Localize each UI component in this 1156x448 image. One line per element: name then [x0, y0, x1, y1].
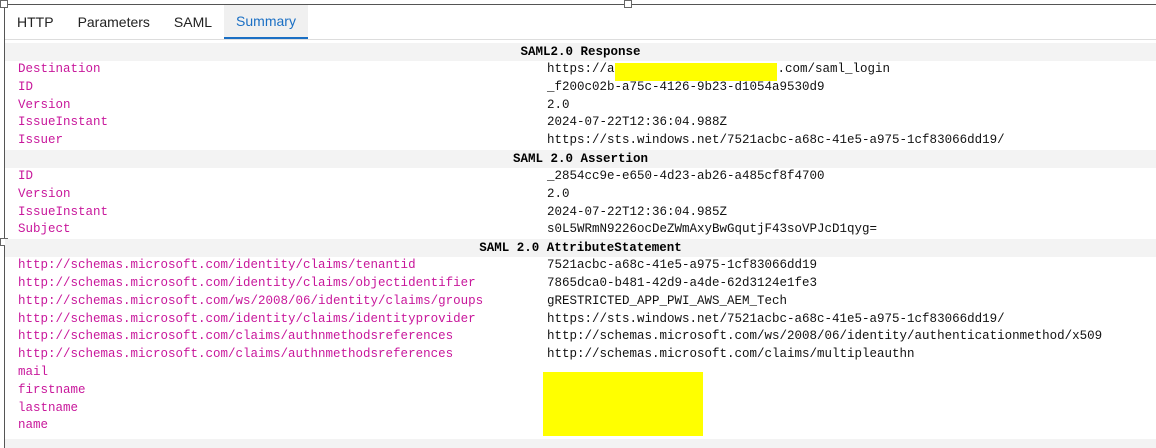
table-row: http://schemas.microsoft.com/identity/cl…: [5, 311, 1156, 329]
row-key: http://schemas.microsoft.com/identity/cl…: [18, 275, 476, 290]
row-key: Destination: [18, 62, 101, 76]
row-value: gRESTRICTED_APP_PWI_AWS_AEM_Tech: [547, 293, 788, 308]
destination-suffix: .com/saml_login: [777, 62, 891, 76]
row-key: Subject: [18, 222, 71, 237]
table-row: IssueInstant 2024-07-22T12:36:04.985Z: [5, 204, 1156, 222]
tab-bar: HTTP Parameters SAML Summary: [5, 5, 308, 39]
table-row: Destination https://a .com/saml_login: [5, 61, 1156, 79]
section-header-attributes: SAML 2.0 AttributeStatement: [5, 239, 1156, 258]
row-key: name: [18, 418, 49, 433]
redaction-box-destination: [615, 63, 777, 81]
row-value: 2.0: [547, 97, 570, 112]
tab-summary[interactable]: Summary: [224, 5, 308, 39]
tab-parameters[interactable]: Parameters: [66, 5, 162, 39]
row-key: Issuer: [18, 133, 64, 148]
row-value: s0L5WRmN9226ocDeZWmAxyBwGqutjF43soVPJcD1…: [547, 222, 878, 237]
row-value: https://sts.windows.net/7521acbc-a68c-41…: [547, 133, 1005, 148]
row-value: _f200c02b-a75c-4126-9b23-d1054a9530d9: [547, 79, 825, 94]
row-value: 2024-07-22T12:36:04.985Z: [547, 204, 728, 219]
row-key: Version: [18, 186, 71, 201]
table-row: Subject s0L5WRmN9226ocDeZWmAxyBwGqutjF43…: [5, 221, 1156, 239]
row-key: http://schemas.microsoft.com/identity/cl…: [18, 258, 416, 273]
row-key: lastname: [18, 400, 79, 415]
row-value: http://schemas.microsoft.com/claims/mult…: [547, 347, 915, 362]
table-row: http://schemas.microsoft.com/claims/auth…: [5, 328, 1156, 346]
table-row: ID _2854cc9e-e650-4d23-ab26-a485cf8f4700: [5, 168, 1156, 186]
row-value: _2854cc9e-e650-4d23-ab26-a485cf8f4700: [547, 168, 825, 183]
row-value: 7865dca0-b481-42d9-a4de-62d3124e1fe3: [547, 275, 818, 290]
row-key: IssueInstant: [18, 115, 109, 130]
saml-tracer-panel: HTTP Parameters SAML Summary SAML2.0 Res…: [0, 0, 1156, 448]
row-key: http://schemas.microsoft.com/identity/cl…: [18, 311, 476, 326]
table-row: Version 2.0: [5, 97, 1156, 115]
tab-http[interactable]: HTTP: [5, 5, 66, 39]
row-key: ID: [18, 168, 34, 183]
table-row: ID _f200c02b-a75c-4126-9b23-d1054a9530d9: [5, 79, 1156, 97]
row-key: IssueInstant: [18, 204, 109, 219]
row-value: 7521acbc-a68c-41e5-a975-1cf83066dd19: [547, 258, 818, 273]
row-key: http://schemas.microsoft.com/ws/2008/06/…: [18, 293, 484, 308]
resize-handle-top-center[interactable]: [624, 0, 632, 8]
row-key: mail: [18, 364, 49, 379]
section-header-assertion: SAML 2.0 Assertion: [5, 149, 1156, 168]
table-row: http://schemas.microsoft.com/identity/cl…: [5, 275, 1156, 293]
row-value: 2024-07-22T12:36:04.988Z: [547, 115, 728, 130]
row-key: firstname: [18, 382, 86, 397]
table-row: IssueInstant 2024-07-22T12:36:04.988Z: [5, 114, 1156, 132]
tab-bar-divider: [5, 39, 1156, 40]
table-row: http://schemas.microsoft.com/identity/cl…: [5, 257, 1156, 275]
row-value: http://schemas.microsoft.com/ws/2008/06/…: [547, 329, 1103, 344]
redaction-box-user-attributes: [543, 372, 703, 436]
row-key: http://schemas.microsoft.com/claims/auth…: [18, 329, 454, 344]
section-header-response: SAML2.0 Response: [5, 43, 1156, 61]
tab-saml[interactable]: SAML: [162, 5, 224, 39]
destination-prefix: https://a: [547, 62, 615, 76]
table-row: Version 2.0: [5, 186, 1156, 204]
table-row: http://schemas.microsoft.com/ws/2008/06/…: [5, 293, 1156, 311]
table-row: Issuer https://sts.windows.net/7521acbc-…: [5, 132, 1156, 150]
row-value: https://sts.windows.net/7521acbc-a68c-41…: [547, 311, 1005, 326]
row-key: http://schemas.microsoft.com/claims/auth…: [18, 347, 454, 362]
row-key: ID: [18, 79, 34, 94]
section-header-next-partial: [5, 439, 1156, 448]
table-row: http://schemas.microsoft.com/claims/auth…: [5, 346, 1156, 364]
row-value: 2.0: [547, 186, 570, 201]
row-key: Version: [18, 97, 71, 112]
